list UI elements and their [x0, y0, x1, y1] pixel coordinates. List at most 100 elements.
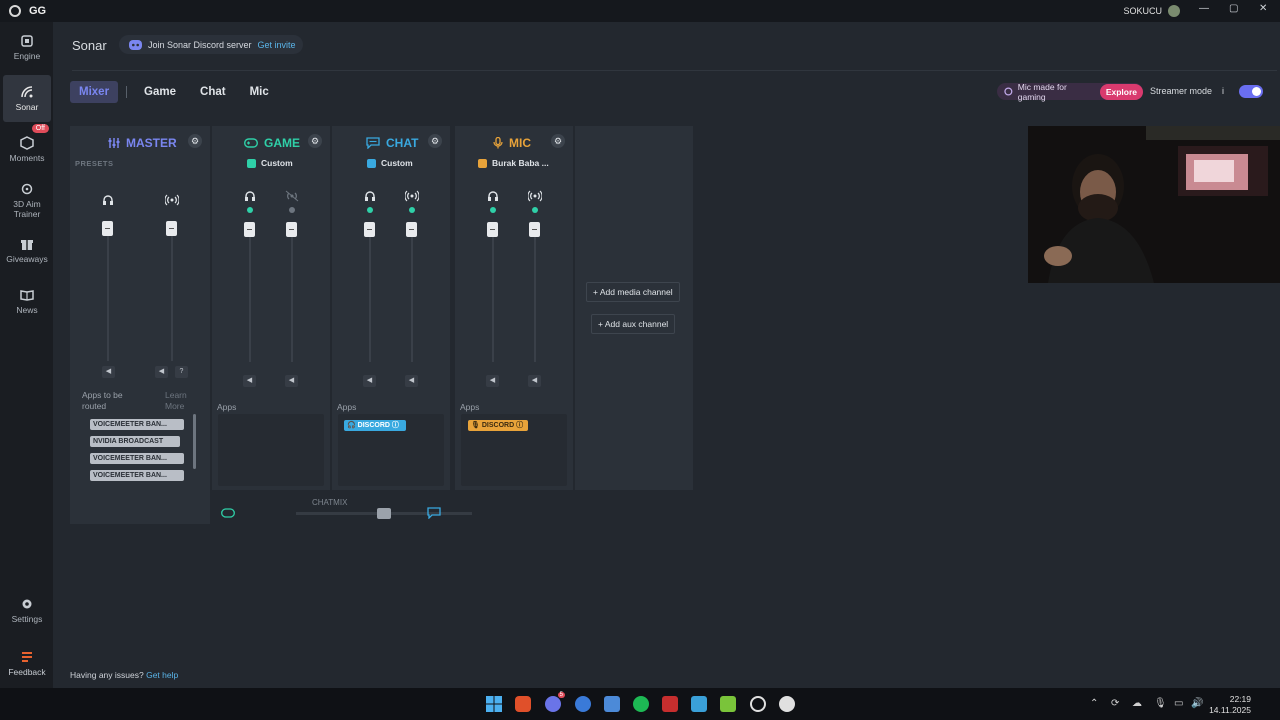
- discord-app-chip[interactable]: 🎧 DISCORD ⓘ: [344, 420, 406, 431]
- get-invite-link[interactable]: Get invite: [258, 40, 296, 50]
- sidebar-item-news[interactable]: News: [3, 288, 51, 318]
- fader-knob[interactable]: [529, 222, 540, 237]
- speaker-icon[interactable]: 🔊: [1191, 698, 1203, 709]
- streamer-mode-toggle[interactable]: [1239, 85, 1263, 98]
- game-settings-gear-icon[interactable]: ⚙: [308, 134, 322, 148]
- app-icon[interactable]: [604, 696, 620, 712]
- game-stream-fader[interactable]: [286, 222, 298, 362]
- routed-app-chip[interactable]: VOICEMEETER BAN...: [90, 453, 184, 464]
- learn-more-link[interactable]: Learn More: [165, 390, 187, 412]
- master-volume-icon[interactable]: ◀: [102, 366, 115, 378]
- fader-knob[interactable]: [364, 222, 375, 237]
- info-icon[interactable]: i: [1222, 86, 1224, 96]
- routed-app-chip[interactable]: NVIDIA BROADCAST: [90, 436, 180, 447]
- mic-stream-volume-icon[interactable]: ◀: [528, 375, 541, 387]
- add-media-channel-button[interactable]: + Add media channel: [586, 282, 680, 302]
- ear-icon[interactable]: ?: [175, 366, 188, 378]
- steelseries-logo-icon: [9, 5, 21, 17]
- user-account[interactable]: SOKUCU: [1123, 5, 1180, 17]
- chat-apps-dropzone[interactable]: 🎧 DISCORD ⓘ: [338, 414, 444, 486]
- sidebar-item-label: Engine: [13, 51, 41, 61]
- mic-volume-icon[interactable]: ◀: [486, 375, 499, 387]
- game-apps-dropzone[interactable]: [218, 414, 324, 486]
- routed-app-chip[interactable]: VOICEMEETER BAN...: [90, 419, 184, 430]
- chat-monitor-fader[interactable]: [364, 222, 376, 362]
- mic-monitor-fader[interactable]: [487, 222, 499, 362]
- master-settings-gear-icon[interactable]: ⚙: [188, 134, 202, 148]
- minimize-button[interactable]: —: [1199, 3, 1209, 14]
- sidebar-item-settings[interactable]: Settings: [3, 597, 51, 627]
- feedback-icon: [22, 652, 32, 662]
- add-aux-channel-button[interactable]: + Add aux channel: [591, 314, 676, 334]
- windows-start-icon[interactable]: [486, 696, 502, 712]
- app-icon[interactable]: [720, 696, 736, 712]
- close-button[interactable]: ✕: [1259, 3, 1267, 14]
- presets-label: PRESETS: [75, 159, 114, 168]
- windows-taskbar: 5 ⌃ ⟳ ☁ 🎙 ▭ 🔊 22:19 14.11.2025: [0, 688, 1280, 720]
- fader-knob[interactable]: [166, 221, 177, 236]
- routed-app-chip[interactable]: VOICEMEETER BAN...: [90, 470, 184, 481]
- game-monitor-fader[interactable]: [244, 222, 256, 362]
- app-icon[interactable]: [691, 696, 707, 712]
- cloud-icon[interactable]: ☁: [1132, 698, 1142, 709]
- mic-settings-gear-icon[interactable]: ⚙: [551, 134, 565, 148]
- fader-knob[interactable]: [244, 222, 255, 237]
- explore-button[interactable]: Explore: [1099, 83, 1143, 100]
- routed-apps-scrollbar[interactable]: [193, 414, 196, 469]
- maximize-button[interactable]: ▢: [1229, 3, 1238, 14]
- sidebar-item-engine[interactable]: Engine: [3, 34, 51, 64]
- master-stream-fader[interactable]: [166, 221, 178, 361]
- fader-knob[interactable]: [406, 222, 417, 237]
- game-stream-volume-icon[interactable]: ◀: [285, 375, 298, 387]
- app-icon[interactable]: [662, 696, 678, 712]
- browser-icon[interactable]: [575, 696, 591, 712]
- chat-settings-gear-icon[interactable]: ⚙: [428, 134, 442, 148]
- tab-game[interactable]: Game: [135, 81, 185, 103]
- game-volume-icon[interactable]: ◀: [243, 375, 256, 387]
- main-content: Sonar Join Sonar Discord server Get invi…: [53, 22, 1280, 688]
- master-monitor-fader[interactable]: [102, 221, 114, 361]
- sidebar-item-feedback[interactable]: Feedback: [3, 650, 51, 680]
- steelseries-gg-taskbar-icon[interactable]: [750, 696, 766, 712]
- sidebar-item-label: News: [16, 305, 38, 315]
- sidebar-item-sonar[interactable]: Sonar: [3, 75, 51, 122]
- mic-stream-fader[interactable]: [529, 222, 541, 362]
- tab-mixer[interactable]: Mixer: [70, 81, 119, 103]
- system-clock[interactable]: 22:19 14.11.2025: [1209, 694, 1251, 716]
- game-preset[interactable]: Custom: [247, 158, 293, 168]
- sync-icon[interactable]: ⟳: [1111, 698, 1119, 709]
- sidebar-item-aim-trainer[interactable]: 3D Aim Trainer: [3, 182, 51, 222]
- microphone-tray-icon[interactable]: 🎙: [1154, 698, 1167, 709]
- chat-volume-icon[interactable]: ◀: [363, 375, 376, 387]
- mic-apps-dropzone[interactable]: 🎙 DISCORD ⓘ: [461, 414, 567, 486]
- brave-browser-icon[interactable]: [515, 696, 531, 712]
- sidebar-item-giveaways[interactable]: Giveaways: [3, 237, 51, 267]
- help-text: Having any issues?: [70, 670, 144, 680]
- spotify-icon[interactable]: [633, 696, 649, 712]
- tab-chat[interactable]: Chat: [191, 81, 235, 103]
- discord-taskbar-icon[interactable]: 5: [545, 692, 565, 712]
- broadcast-icon: [165, 194, 179, 206]
- sidebar-item-moments[interactable]: Off Moments: [3, 124, 51, 166]
- chatmix-knob[interactable]: [377, 508, 391, 519]
- tab-mic[interactable]: Mic: [241, 81, 278, 103]
- chat-stream-volume-icon[interactable]: ◀: [405, 375, 418, 387]
- master-stream-volume-icon[interactable]: ◀: [155, 366, 168, 378]
- mic-promo-banner[interactable]: Mic made for gaming Explore: [997, 82, 1143, 102]
- chat-stream-fader[interactable]: [406, 222, 418, 362]
- fader-knob[interactable]: [286, 222, 297, 237]
- get-help-link[interactable]: Get help: [146, 670, 178, 680]
- chat-preset[interactable]: Custom: [367, 158, 413, 168]
- fader-knob[interactable]: [102, 221, 113, 236]
- discord-invite-banner[interactable]: Join Sonar Discord server Get invite: [119, 35, 303, 54]
- monitor-active-dot: [490, 207, 496, 213]
- discord-app-chip[interactable]: 🎙 DISCORD ⓘ: [468, 420, 528, 431]
- sidebar-item-label-line2: Trainer: [13, 209, 41, 219]
- fader-knob[interactable]: [487, 222, 498, 237]
- mic-preset[interactable]: Burak Baba ...: [478, 158, 549, 168]
- app-icon[interactable]: [779, 696, 795, 712]
- network-icon[interactable]: ▭: [1174, 698, 1183, 709]
- broadcast-icon: [405, 190, 419, 202]
- webcam-feed-image: [1028, 126, 1280, 283]
- chevron-up-icon[interactable]: ⌃: [1090, 698, 1098, 709]
